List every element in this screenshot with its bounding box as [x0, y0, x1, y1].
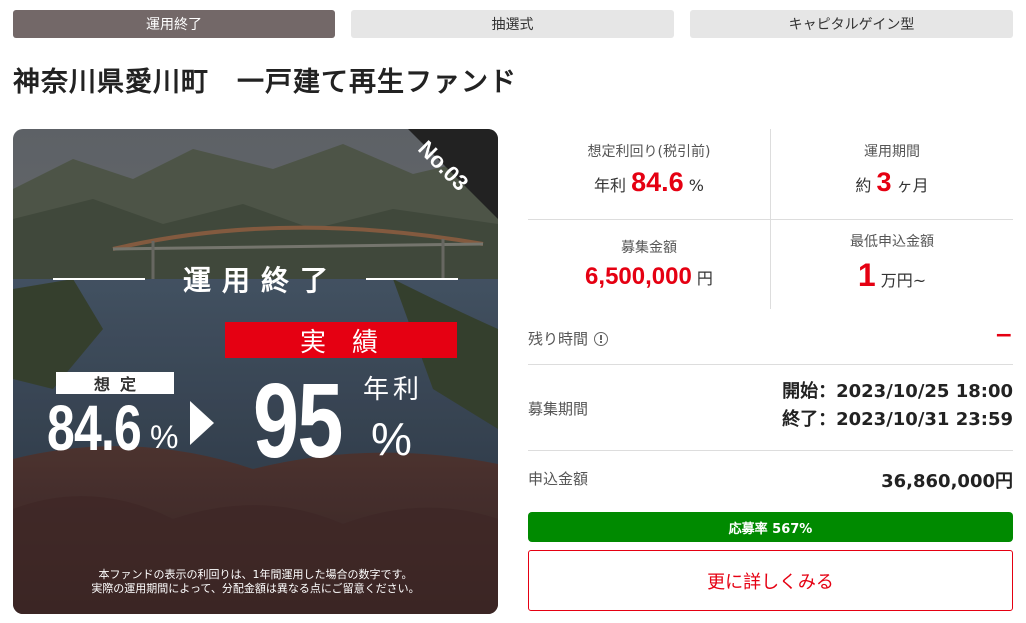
divider-line	[365, 278, 458, 280]
divider	[528, 219, 1013, 220]
remaining-time-row: 残り時間 −	[528, 312, 1013, 365]
recruit-period-label: 募集期間	[528, 400, 589, 418]
fund-stats-grid: 想定利回り(税引前) 年利 84.6 % 運用期間 約 3 ヶ月 募集金額 6,…	[528, 129, 1013, 309]
fund-hero-image: No.03 運用終了 実績 想定 84.6 % 95 年利 % 本ファンドの表示…	[13, 129, 498, 614]
fund-title: 神奈川県愛川町 一戸建て再生ファンド	[13, 67, 517, 98]
operation-ended-banner: 運用終了	[53, 259, 458, 299]
status-tag: 運用終了	[13, 10, 335, 38]
stat-yield: 想定利回り(税引前) 年利 84.6 %	[528, 141, 770, 198]
disclaimer-line: 本ファンドの表示の利回りは、1年間運用した場合の数字です。	[98, 568, 413, 581]
assumed-yield-value: 84.6	[47, 392, 142, 464]
stat-label: 募集金額	[621, 240, 677, 256]
remaining-time-text: 残り時間	[528, 330, 589, 348]
see-more-details-button[interactable]: 更に詳しくみる	[528, 550, 1013, 611]
applied-amount-row: 申込金額 36,860,000円	[528, 451, 1013, 503]
stat-minimum-amount: 最低申込金額 1 万円~	[771, 231, 1013, 294]
operation-ended-text: 運用終了	[182, 264, 339, 297]
disclaimer-line: 実際の運用期間によって、分配金額は異なる点にご留意ください。	[91, 582, 420, 595]
stat-label: 想定利回り(税引前)	[587, 144, 711, 160]
remaining-time-value: −	[994, 323, 1013, 348]
method-tag: 抽選式	[351, 10, 674, 38]
remaining-time-label: 残り時間	[528, 328, 609, 349]
actual-yield-value: 95	[253, 362, 343, 480]
stat-period: 運用期間 約 3 ヶ月	[771, 141, 1013, 198]
stat-value: 1	[857, 257, 876, 293]
stat-value: 6,500,000	[585, 263, 692, 290]
applied-amount-value: 36,860,000円	[881, 471, 1013, 492]
stat-value: 84.6	[631, 167, 684, 197]
stat-unit: 円	[696, 269, 713, 288]
application-rate-text: 応募率 567%	[728, 521, 813, 537]
recruit-start: 開始：2023/10/25 18:00	[782, 381, 1013, 402]
application-rate-bar: 応募率 567%	[528, 512, 1013, 542]
stat-prefix: 年利	[594, 176, 627, 195]
recruit-period-row: 募集期間 開始：2023/10/25 18:00 終了：2023/10/31 2…	[528, 365, 1013, 451]
stat-label: 最低申込金額	[850, 234, 934, 250]
recruit-end: 終了：2023/10/31 23:59	[782, 409, 1013, 430]
actual-yield-unit: %	[371, 413, 412, 465]
assumed-yield-unit: %	[150, 419, 179, 455]
stat-unit: %	[688, 176, 704, 195]
stat-raise-amount: 募集金額 6,500,000 円	[528, 237, 770, 291]
applied-amount-label: 申込金額	[528, 470, 589, 488]
type-tag: キャピタルゲイン型	[690, 10, 1013, 38]
stat-value: 3	[876, 167, 892, 197]
yield-disclaimer: 本ファンドの表示の利回りは、1年間運用した場合の数字です。 実際の運用期間によっ…	[13, 568, 498, 596]
stat-unit: 万円~	[880, 271, 927, 290]
stat-unit: ヶ月	[896, 176, 929, 195]
stat-label: 運用期間	[864, 144, 920, 160]
clock-icon	[594, 332, 609, 346]
divider-line	[53, 278, 145, 280]
annual-label: 年利	[363, 375, 424, 405]
recruit-period-values: 開始：2023/10/25 18:00 終了：2023/10/31 23:59	[782, 378, 1013, 434]
stat-prefix: 約	[855, 176, 872, 195]
arrow-right-icon	[190, 401, 214, 445]
actual-result-badge: 実績	[225, 322, 457, 358]
